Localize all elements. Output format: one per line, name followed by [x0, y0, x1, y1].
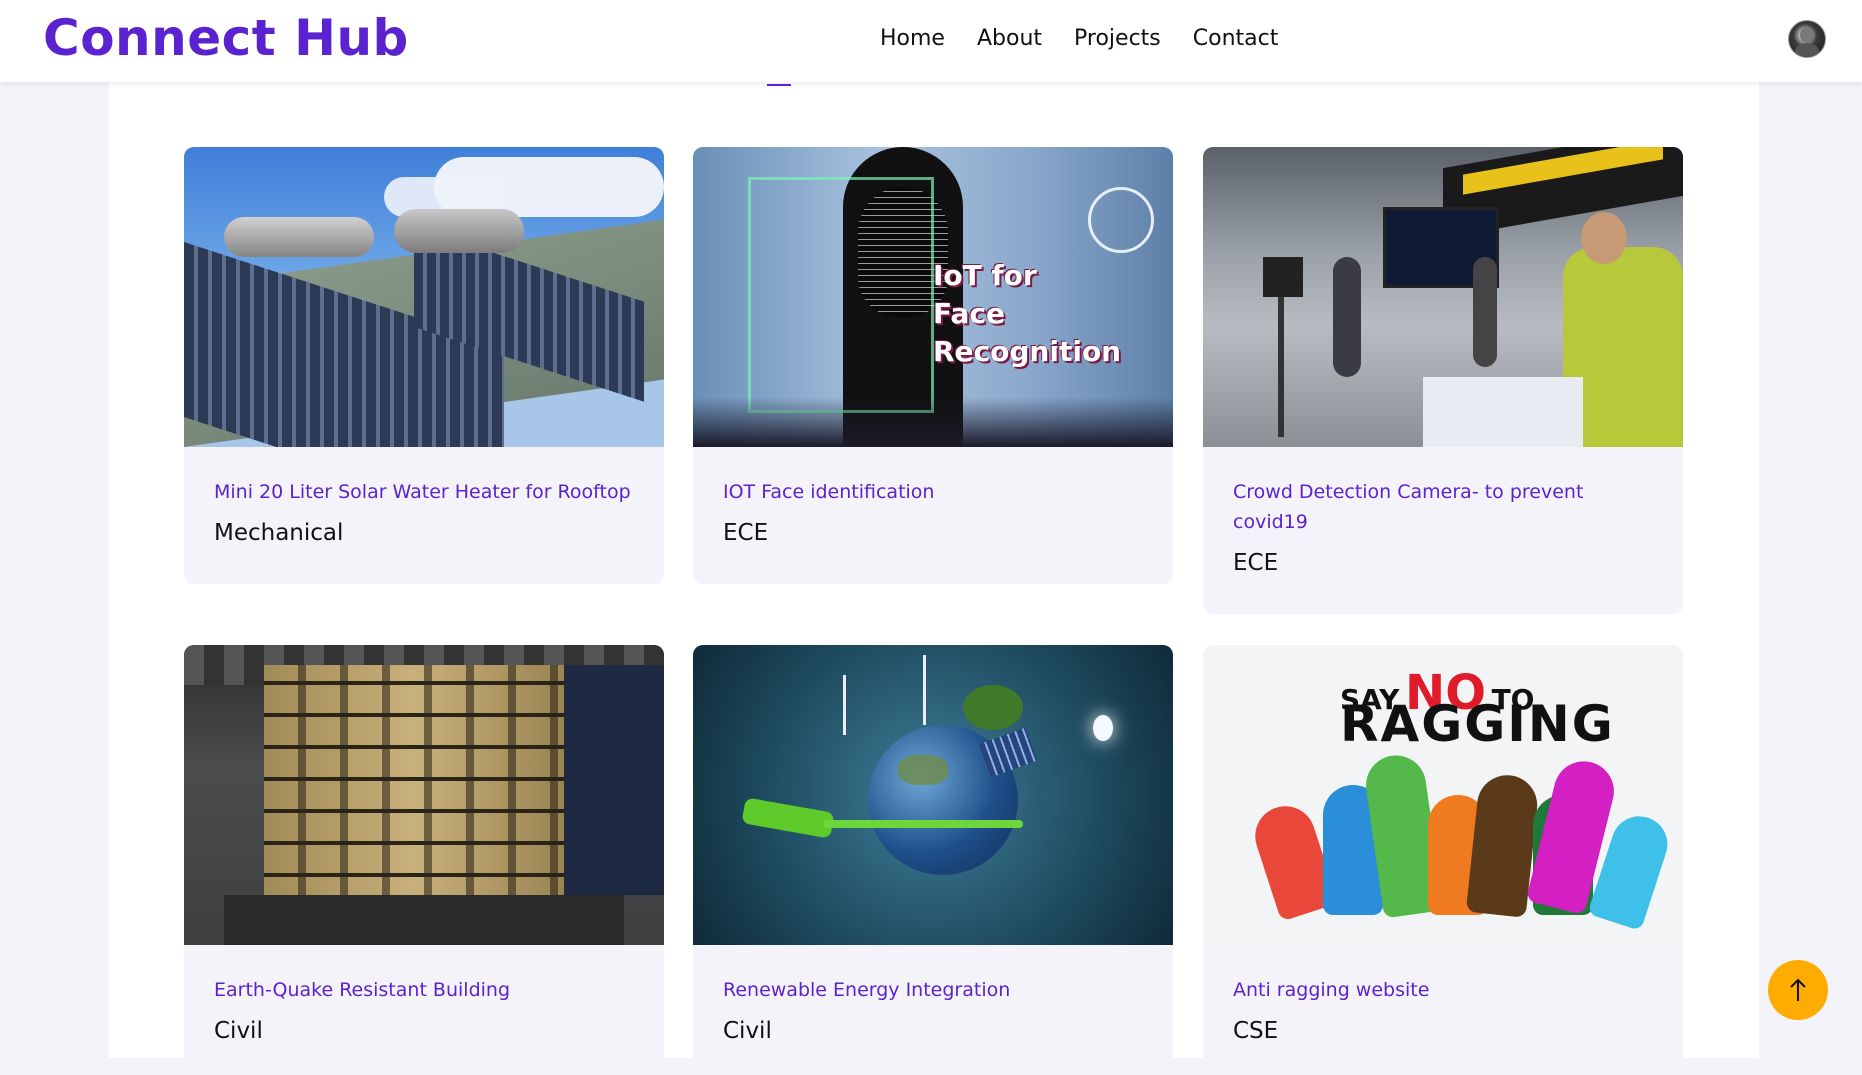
nav-projects[interactable]: Projects — [1074, 24, 1161, 54]
project-card[interactable]: Mini 20 Liter Solar Water Heater for Roo… — [184, 147, 664, 584]
project-department: Civil — [723, 1018, 772, 1044]
image-caption: IoT for Face Recognition — [933, 259, 1122, 368]
nav-contact[interactable]: Contact — [1193, 24, 1279, 54]
project-card[interactable]: Renewable Energy Integration Civil — [693, 645, 1173, 1075]
image-caption-ragging: RAGGING — [1340, 695, 1615, 753]
section-underline — [767, 84, 791, 86]
project-card[interactable]: SAY NO TO RAGGING Anti ragging website C… — [1203, 645, 1683, 1075]
arrow-up-icon — [1790, 978, 1806, 1001]
earthquake-building-image — [184, 645, 664, 945]
project-title[interactable]: Mini 20 Liter Solar Water Heater for Roo… — [214, 477, 634, 507]
project-title[interactable]: Anti ragging website — [1233, 975, 1653, 1005]
project-department: Civil — [214, 1018, 263, 1044]
nav-links: Home About Projects Contact — [880, 24, 1310, 54]
project-card[interactable]: Crowd Detection Camera- to prevent covid… — [1203, 147, 1683, 614]
nav-home[interactable]: Home — [880, 24, 945, 54]
project-title[interactable]: IOT Face identification — [723, 477, 1143, 507]
project-card[interactable]: IoT for Face Recognition IOT Face identi… — [693, 147, 1173, 584]
renewable-energy-earth-image — [693, 645, 1173, 945]
project-department: ECE — [723, 520, 769, 546]
project-department: ECE — [1233, 550, 1279, 576]
nav-about[interactable]: About — [977, 24, 1042, 54]
project-card[interactable]: Earth-Quake Resistant Building Civil — [184, 645, 664, 1075]
project-department: CSE — [1233, 1018, 1279, 1044]
project-title[interactable]: Crowd Detection Camera- to prevent covid… — [1233, 477, 1653, 537]
project-title[interactable]: Renewable Energy Integration — [723, 975, 1143, 1005]
navbar: Connect Hub Home About Projects Contact — [0, 0, 1862, 82]
user-avatar[interactable] — [1788, 20, 1826, 58]
iot-face-recognition-image: IoT for Face Recognition — [693, 147, 1173, 447]
project-title[interactable]: Earth-Quake Resistant Building — [214, 975, 634, 1005]
crowd-detection-camera-image — [1203, 147, 1683, 447]
project-department: Mechanical — [214, 520, 344, 546]
brand-logo[interactable]: Connect Hub — [43, 8, 409, 68]
say-no-to-ragging-image: SAY NO TO RAGGING — [1203, 645, 1683, 945]
scroll-to-top-button[interactable] — [1768, 960, 1828, 1020]
solar-water-heater-image — [184, 147, 664, 447]
